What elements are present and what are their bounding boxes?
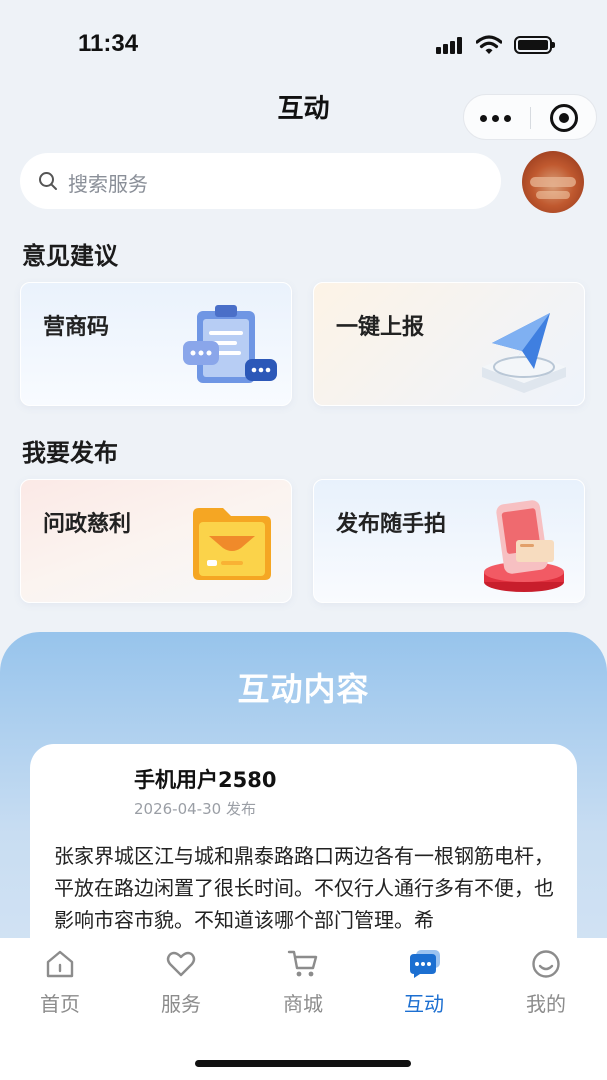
tab-home[interactable]: 首页 [0,938,120,1038]
more-icon[interactable] [480,115,514,123]
section-title-publish: 我要发布 [22,439,118,467]
wifi-icon [476,35,502,54]
tab-label: 商城 [283,992,323,1016]
home-icon [46,950,74,978]
folder-icon [193,508,271,580]
search-icon [39,172,57,190]
battery-icon [514,36,555,54]
one-click-report-card[interactable]: 一键上报 [313,282,585,406]
tab-services[interactable]: 服务 [121,938,241,1038]
snapshot-post-card[interactable]: 发布随手拍 [313,479,585,603]
tab-label: 首页 [40,992,80,1016]
cellular-signal-icon [436,36,466,54]
capsule-divider [530,107,531,129]
tab-label: 我的 [526,992,566,1016]
search-input[interactable]: 搜索服务 [20,153,501,209]
phone-podium-icon [484,500,564,592]
profile-icon [532,950,560,978]
bottom-tab-bar: 首页 服务 商城 互动 我的 [0,938,607,1080]
status-time: 11:34 [78,30,139,57]
clipboard-chat-icon [183,305,277,383]
gov-inquiry-card[interactable]: 问政慈利 [20,479,292,603]
section-title-feedback: 意见建议 [22,242,118,270]
status-bar: 11:34 [0,0,607,92]
card-label: 发布随手拍 [336,512,447,537]
chat-icon [410,950,440,978]
tab-interaction[interactable]: 互动 [364,938,484,1038]
post-body: 张家界城区江与城和鼎泰路路口两边各有一根钢筋电杆，平放在路边闲置了很长时间。不仅… [54,844,554,932]
mini-program-capsule [463,94,597,140]
close-target-icon[interactable] [550,104,578,132]
avatar[interactable] [522,151,584,213]
post-username: 手机用户2580 [134,768,277,792]
search-placeholder: 搜索服务 [68,172,148,196]
card-label: 一键上报 [336,315,425,340]
tab-mall[interactable]: 商城 [243,938,363,1038]
interaction-title: 互动内容 [237,670,370,708]
paper-plane-icon [482,313,566,393]
business-code-card[interactable]: 营商码 [20,282,292,406]
cart-icon [287,950,318,977]
post-date: 2026-04-30 发布 [134,800,256,818]
heart-icon [166,951,196,977]
card-label: 营商码 [43,315,110,340]
tab-label: 服务 [161,992,201,1016]
home-indicator [195,1060,411,1067]
tab-profile[interactable]: 我的 [486,938,606,1038]
tab-label: 互动 [404,992,444,1016]
card-label: 问政慈利 [43,512,132,537]
